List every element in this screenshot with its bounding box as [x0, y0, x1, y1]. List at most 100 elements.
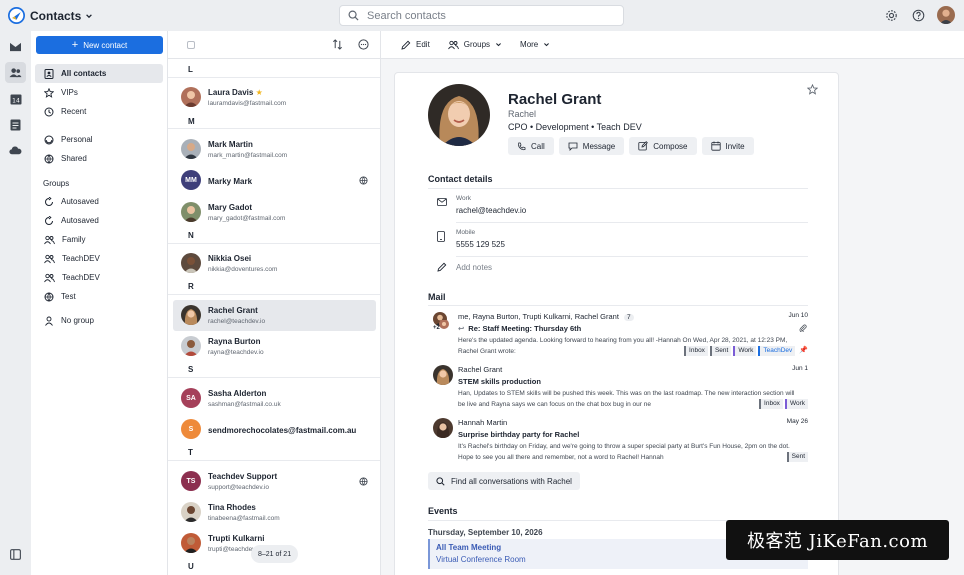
invite-label: Invite — [725, 141, 745, 151]
chevron-down-icon — [496, 43, 502, 47]
nav-personal[interactable]: Personal — [35, 130, 163, 149]
tag-sent[interactable]: Sent — [786, 452, 808, 462]
contact-row[interactable]: S sendmorechocolates@fastmail.com.au — [173, 414, 376, 445]
group-teachdev-2[interactable]: TeachDEV — [35, 268, 163, 287]
mobile-value[interactable]: 5555 129 525 — [456, 240, 505, 249]
message-label: Message — [582, 141, 616, 151]
group-autosaved-2[interactable]: Autosaved — [35, 211, 163, 230]
tag-sent[interactable]: Sent — [709, 346, 732, 356]
avatar — [181, 139, 201, 159]
work-email-value[interactable]: rachel@teachdev.io — [456, 206, 526, 215]
search-input[interactable] — [367, 9, 607, 22]
contact-name: Mary Gadot — [208, 203, 253, 212]
group-test[interactable]: Test — [35, 287, 163, 306]
find-all-conversations-button[interactable]: Find all conversations with Rachel — [428, 472, 580, 490]
avatar-initials: SA — [181, 388, 201, 408]
pencil-icon — [401, 40, 411, 50]
edit-label: Edit — [416, 40, 430, 49]
message-button[interactable]: Message — [558, 137, 625, 155]
group-teachdev-1[interactable]: TeachDEV — [35, 249, 163, 268]
group-label: Family — [62, 235, 86, 244]
tag-work[interactable]: Work — [784, 399, 808, 409]
contacts-icon[interactable] — [5, 62, 26, 83]
more-button[interactable]: More — [520, 40, 550, 49]
letter-heading: T — [188, 448, 193, 457]
globe-icon — [44, 292, 54, 301]
more-options-icon[interactable] — [358, 39, 369, 50]
contact-row[interactable]: TS Teachdev Support support@teachdev.io — [173, 466, 376, 497]
nav-shared[interactable]: Shared — [35, 149, 163, 168]
mail-icon[interactable] — [5, 36, 26, 57]
tag-inbox[interactable]: Inbox — [684, 346, 708, 356]
compose-button[interactable]: Compose — [629, 137, 697, 155]
contact-row[interactable]: Tina Rhodes tinabeena@fastmail.com — [173, 497, 376, 528]
contact-name: Laura Davis ★ — [208, 88, 263, 97]
contact-row[interactable]: Laura Davis ★ lauramdavis@fastmail.com — [173, 82, 376, 113]
invite-button[interactable]: Invite — [701, 137, 754, 155]
nav-label: Recent — [61, 107, 87, 116]
collapse-sidebar-icon[interactable] — [5, 544, 26, 565]
select-all-checkbox[interactable] — [187, 41, 195, 49]
shared-globe-icon — [359, 176, 368, 185]
find-all-label: Find all conversations with Rachel — [451, 476, 572, 486]
call-button[interactable]: Call — [508, 137, 554, 155]
user-avatar[interactable] — [937, 6, 955, 24]
contact-row[interactable]: Mary Gadot mary_gadot@fastmail.com — [173, 197, 376, 228]
search-bar[interactable] — [339, 5, 624, 26]
group-label: Autosaved — [61, 197, 99, 206]
avatar-initials: MM — [181, 170, 201, 190]
avatar — [181, 202, 201, 222]
fastmail-logo-icon[interactable] — [8, 7, 25, 24]
letter-heading: M — [188, 117, 195, 126]
calendar-icon[interactable]: 14 — [5, 88, 26, 109]
mail-tags: Inbox Sent Work TeachDev 📌 — [684, 346, 808, 356]
new-contact-button[interactable]: + New contact — [36, 36, 163, 54]
tag-teachdev[interactable]: TeachDev — [758, 346, 796, 356]
files-cloud-icon[interactable] — [5, 140, 26, 161]
group-autosaved-1[interactable]: Autosaved — [35, 192, 163, 211]
contact-email: mark_martin@fastmail.com — [208, 152, 288, 159]
shared-globe-icon — [359, 477, 368, 486]
contact-row[interactable]: Mark Martin mark_martin@fastmail.com — [173, 134, 376, 165]
mail-snippet: It's Rachel's birthday on Friday, and we… — [458, 443, 790, 461]
help-icon[interactable] — [910, 7, 926, 23]
avatar — [181, 87, 201, 107]
group-label: Test — [61, 292, 76, 301]
nav-all-contacts[interactable]: All contacts — [35, 64, 163, 83]
contact-row[interactable]: Rayna Burton rayna@teachdev.io — [173, 331, 376, 362]
add-notes-field[interactable]: Add notes — [456, 263, 492, 272]
sort-icon[interactable] — [332, 39, 343, 50]
app-rail: 14 — [0, 31, 31, 575]
group-family[interactable]: Family — [35, 230, 163, 249]
contact-email: tinabeena@fastmail.com — [208, 515, 280, 522]
watermark-logo: 极客范 JiKeFan.com — [726, 520, 949, 560]
letter-heading: U — [188, 562, 194, 571]
notes-icon[interactable] — [5, 114, 26, 135]
contact-row[interactable]: Nikkia Osei nikkia@doventures.com — [173, 248, 376, 279]
tag-inbox[interactable]: Inbox — [759, 399, 783, 409]
mail-snippet: Han, Updates to STEM skills will be push… — [458, 390, 795, 408]
contact-name: Nikkia Osei — [208, 254, 252, 263]
contact-photo — [428, 84, 490, 146]
contact-name: Trupti Kulkarni — [208, 534, 265, 543]
mail-tags: Inbox Work — [759, 399, 808, 409]
favorite-star-icon[interactable] — [807, 84, 818, 95]
nav-label: VIPs — [61, 88, 78, 97]
nav-vips[interactable]: VIPs — [35, 83, 163, 102]
person-icon — [45, 316, 53, 326]
tag-work[interactable]: Work — [733, 346, 757, 356]
mail-thread-item[interactable]: Rachel Grant Jun 1 STEM skills productio… — [428, 365, 808, 410]
mail-thread-item[interactable]: Hannah Martin May 26 Surprise birthday p… — [428, 418, 808, 463]
contact-row-selected[interactable]: Rachel Grant rachel@teachdev.io — [173, 300, 376, 331]
settings-gear-icon[interactable] — [883, 7, 899, 23]
group-no-group[interactable]: No group — [35, 311, 163, 330]
contact-book-icon — [44, 68, 54, 79]
groups-button[interactable]: Groups — [447, 40, 502, 50]
contact-email: sashman@fastmail.co.uk — [208, 401, 281, 408]
app-switcher[interactable]: Contacts — [30, 9, 93, 23]
contact-row[interactable]: MM Marky Mark — [173, 165, 376, 196]
contact-row[interactable]: SA Sasha Alderton sashman@fastmail.co.uk — [173, 383, 376, 414]
mail-thread-item[interactable]: +2 me, Rayna Burton, Trupti Kulkarni, Ra… — [428, 312, 808, 357]
nav-recent[interactable]: Recent — [35, 102, 163, 121]
edit-button[interactable]: Edit — [401, 40, 430, 50]
